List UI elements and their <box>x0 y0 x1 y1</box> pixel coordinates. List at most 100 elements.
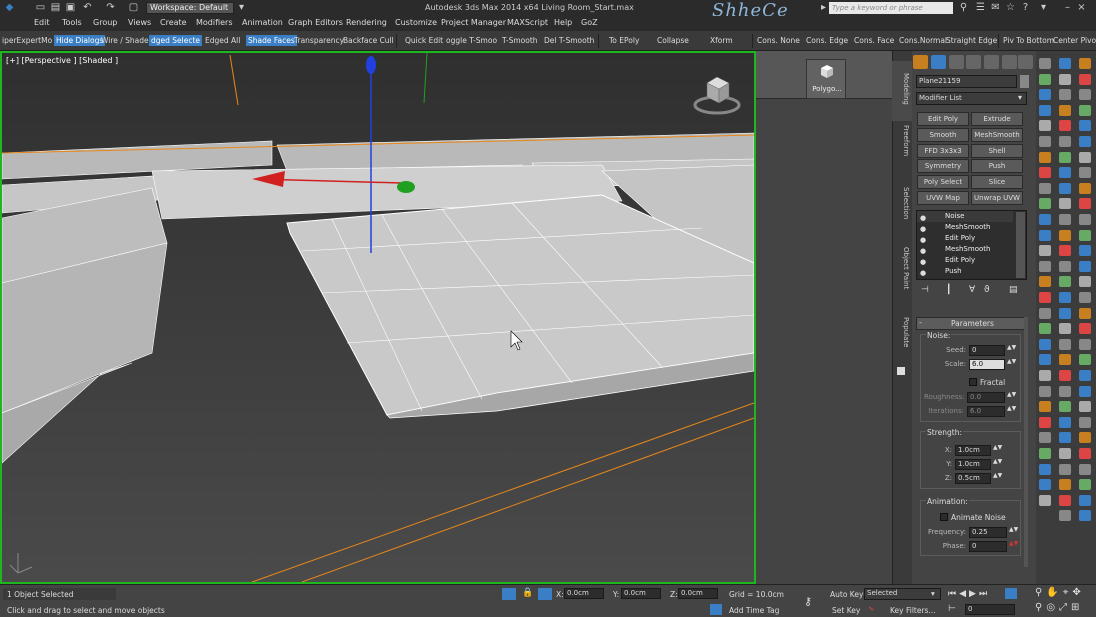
lock-selection-icon[interactable] <box>502 588 516 600</box>
animate-noise-checkbox[interactable] <box>940 513 948 521</box>
time-tag-icon[interactable] <box>710 604 722 615</box>
ribbon-piv-to-bottom[interactable]: Piv To Bottom <box>1003 36 1054 45</box>
stack-scrollbar[interactable] <box>1016 212 1025 278</box>
hold-icon[interactable]: ▢ <box>128 2 139 13</box>
toolbar-tool-icon[interactable] <box>1039 354 1051 366</box>
star-icon[interactable]: ☆ <box>1005 2 1016 13</box>
stack-item-meshsmooth[interactable]: MeshSmooth <box>917 222 1013 233</box>
menu-goz[interactable]: GoZ <box>581 18 598 27</box>
rollout-toggle[interactable]: - <box>919 318 922 327</box>
help-icon[interactable]: ? <box>1020 2 1031 13</box>
spinner-arrows-icon[interactable]: ▲▼ <box>1007 344 1016 351</box>
toolbar-tool-icon[interactable] <box>1079 276 1091 288</box>
set-key-button[interactable]: Set Key <box>832 606 860 615</box>
key-filters-button[interactable]: Key Filters... <box>890 606 936 615</box>
menu-rendering[interactable]: Rendering <box>346 18 387 27</box>
toolbar-tool-icon[interactable] <box>1079 198 1091 210</box>
menu-project-manager[interactable]: Project Manager <box>441 18 506 27</box>
new-file-icon[interactable]: ▭ <box>35 2 46 13</box>
toolbar-tool-icon[interactable] <box>1059 182 1071 194</box>
toolbar-tool-icon[interactable] <box>1079 89 1091 101</box>
toolbar-tool-icon[interactable] <box>1039 58 1051 69</box>
toolbar-tool-icon[interactable] <box>1079 182 1091 194</box>
viewport-scene[interactable] <box>2 53 754 582</box>
viewport-nav-icons-row2[interactable]: ⚲◎⤢⊞ <box>1035 602 1083 613</box>
toolbar-tool-icon[interactable] <box>1039 260 1051 272</box>
key-curve-icon[interactable]: ∿ <box>868 604 874 613</box>
undo-icon[interactable]: ↶ <box>82 2 93 13</box>
toolbar-tool-icon[interactable] <box>1079 416 1091 428</box>
toolbar-tool-icon[interactable] <box>1079 354 1091 366</box>
pin-stack-icon[interactable]: ⊣ <box>921 285 929 295</box>
toolbar-tool-icon[interactable] <box>1059 136 1071 147</box>
toolbar-tool-icon[interactable] <box>1039 307 1051 319</box>
toolbar-tool-icon[interactable] <box>1059 229 1071 241</box>
ribbon-tsmooth[interactable]: T-Smooth <box>502 36 538 45</box>
toolbar-tool-icon[interactable] <box>1079 385 1091 397</box>
ribbon-transparency[interactable]: Transparency <box>294 36 344 45</box>
toolbar-tool-icon[interactable] <box>1079 463 1091 475</box>
toolbar-tool-icon[interactable] <box>1059 338 1071 350</box>
modifier-unwrap-uvw-button[interactable]: Unwrap UVW <box>971 191 1023 205</box>
toolbar-tool-icon[interactable] <box>1059 432 1071 444</box>
modifier-poly-select-button[interactable]: Poly Select <box>917 175 969 189</box>
toolbar-tool-icon[interactable] <box>1079 307 1091 319</box>
close-icon[interactable]: × <box>1076 2 1087 13</box>
toolbar-tool-icon[interactable] <box>1079 167 1091 179</box>
gizmo-z-arrow[interactable] <box>366 56 376 74</box>
toolbar-tool-icon[interactable] <box>1079 338 1091 350</box>
show-end-result-icon[interactable]: ┃ <box>946 285 951 295</box>
toolbar-tool-icon[interactable] <box>1039 338 1051 350</box>
search-input[interactable]: Type a keyword or phrase <box>829 2 953 14</box>
remove-modifier-icon[interactable]: ϑ <box>984 285 990 295</box>
workspace-dropdown[interactable]: Workspace: Default <box>146 2 234 14</box>
toolbar-tool-icon[interactable] <box>1039 401 1051 413</box>
ribbon-wire-shaded[interactable]: Wire / Shaded <box>101 36 153 45</box>
phase-spinner[interactable]: 0 <box>969 541 1007 552</box>
tab-object-paint[interactable]: Object Paint <box>902 247 910 289</box>
toolbar-tool-icon[interactable] <box>1079 323 1091 335</box>
hierarchy-tab-icon[interactable] <box>949 55 964 69</box>
modify-tab-icon[interactable] <box>931 55 946 69</box>
toolbar-tool-icon[interactable] <box>1059 354 1071 366</box>
lock-icon[interactable]: 🔒 <box>522 588 533 598</box>
viewport-label[interactable]: [+] [Perspective ] [Shaded ] <box>6 56 118 65</box>
stack-item-noise[interactable]: Noise <box>917 211 1013 222</box>
toolbar-tool-icon[interactable] <box>1079 448 1091 459</box>
toolbar-tool-icon[interactable] <box>1079 401 1091 413</box>
perspective-viewport[interactable]: [+] [Perspective ] [Shaded ] <box>0 51 756 584</box>
toolbar-tool-icon[interactable] <box>1059 323 1071 335</box>
toolbar-tool-icon[interactable] <box>1059 58 1071 69</box>
coord-y-field[interactable]: 0.0cm <box>621 588 661 599</box>
toolbar-tool-icon[interactable] <box>1059 245 1071 257</box>
menu-graph-editors[interactable]: Graph Editors <box>288 18 343 27</box>
toolbar-tool-icon[interactable] <box>1039 245 1051 257</box>
spinner-arrows-icon[interactable]: ▲▼ <box>1007 391 1016 398</box>
toolbar-tool-icon[interactable] <box>1039 432 1051 444</box>
spinner-arrows-icon[interactable]: ▲▼ <box>1007 405 1016 412</box>
spinner-arrows-icon[interactable]: ▲▼ <box>993 444 1002 451</box>
modifier-ffd-button[interactable]: FFD 3x3x3 <box>917 144 969 158</box>
ribbon-hide-dialogs[interactable]: Hide Dialogs <box>54 35 106 46</box>
auto-key-button[interactable]: Auto Key <box>830 590 863 599</box>
toolbar-tool-icon[interactable] <box>1059 463 1071 475</box>
toolbar-tool-icon[interactable] <box>1079 214 1091 225</box>
toolbar-tool-icon[interactable] <box>1059 151 1071 163</box>
ribbon-xform[interactable]: Xform <box>710 36 733 45</box>
toolbar-tool-icon[interactable] <box>1039 182 1051 194</box>
toolbar-tool-icon[interactable] <box>1079 432 1091 444</box>
spinner-arrows-icon[interactable]: ▲▼ <box>1009 540 1018 547</box>
toolbar-tool-icon[interactable] <box>1039 151 1051 163</box>
add-time-tag[interactable]: Add Time Tag <box>729 606 779 615</box>
make-unique-icon[interactable]: ∀ <box>969 285 975 295</box>
chevron-down-icon[interactable]: ▾ <box>236 2 247 13</box>
chevron-down-icon[interactable]: ▾ <box>931 589 935 598</box>
toolbar-tool-icon[interactable] <box>1079 58 1091 69</box>
ribbon-cons-normal[interactable]: Cons.Normal <box>899 36 947 45</box>
ribbon-straight-edge[interactable]: Straight Edge <box>946 36 997 45</box>
stack-item-edit-poly[interactable]: Edit Poly <box>917 255 1013 266</box>
ribbon-collapse[interactable]: Collapse <box>657 36 689 45</box>
subscription-icon[interactable]: ☰ <box>975 2 986 13</box>
toolbar-tool-icon[interactable] <box>1059 104 1071 116</box>
minimize-icon[interactable]: – <box>1062 2 1073 13</box>
